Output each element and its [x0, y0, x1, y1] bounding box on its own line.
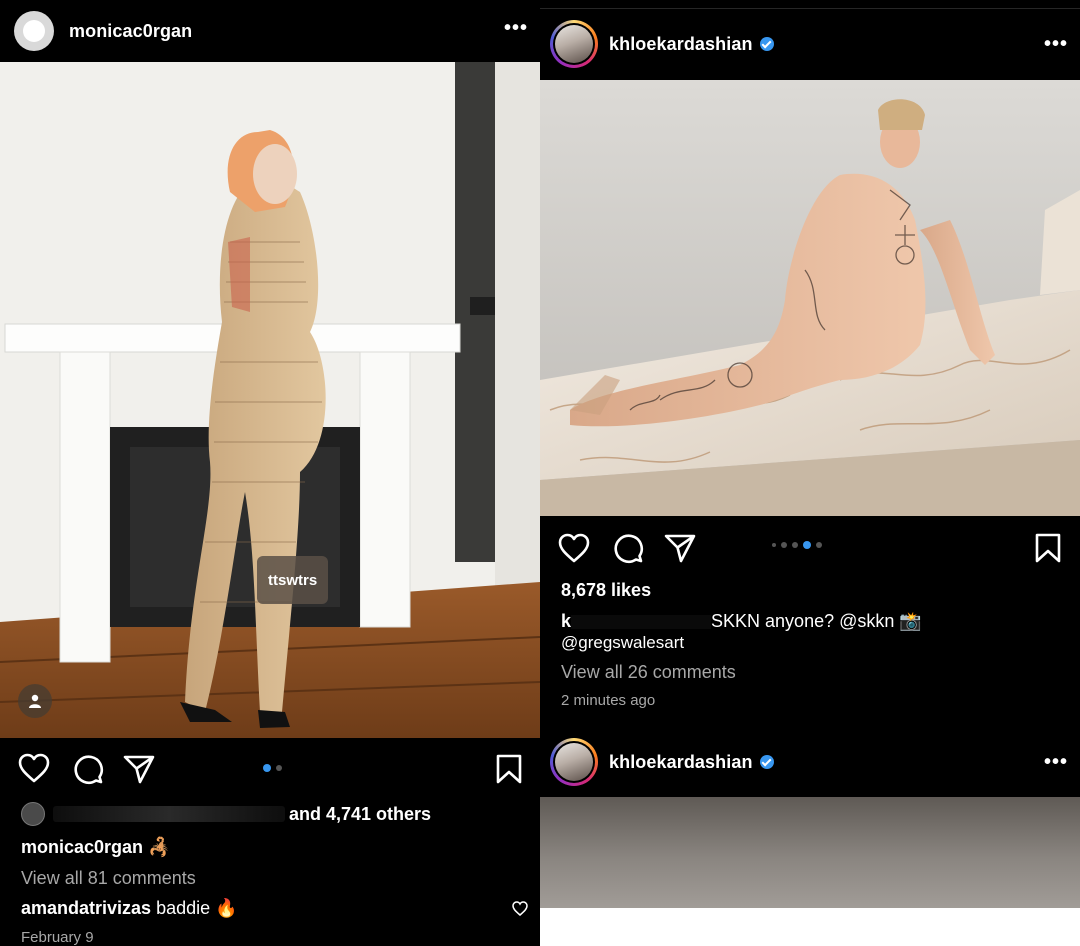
- username[interactable]: khloekardashian: [609, 34, 753, 55]
- carousel-dot: [803, 541, 811, 549]
- more-options-icon[interactable]: •••: [504, 17, 528, 40]
- avatar[interactable]: [14, 11, 54, 51]
- carousel-dot: [772, 543, 776, 547]
- post-actions: [0, 747, 540, 791]
- tagged-users-icon[interactable]: [18, 684, 52, 718]
- liked-by-text: and 4,741 others: [289, 803, 432, 824]
- top-divider: [540, 8, 1080, 9]
- post-photo[interactable]: ttswtrs: [0, 62, 540, 738]
- next-post-header: khloekardashian •••: [540, 738, 1080, 786]
- view-comments-link[interactable]: View all 26 comments: [561, 662, 736, 683]
- left-post: monicac0rgan ••• ttswtrs and 4,741 other…: [0, 0, 540, 946]
- post-actions: [540, 526, 1080, 570]
- comment-icon[interactable]: [72, 753, 104, 785]
- comment-icon[interactable]: [612, 532, 644, 564]
- comment: amandatrivizas baddie 🔥: [21, 898, 238, 919]
- photo-illustration: [0, 62, 540, 738]
- avatar[interactable]: [550, 20, 598, 68]
- post-photo[interactable]: [540, 80, 1080, 516]
- carousel-indicator: [263, 764, 282, 772]
- carousel-dot: [781, 542, 787, 548]
- username[interactable]: monicac0rgan: [69, 21, 192, 42]
- comment-username[interactable]: amandatrivizas: [21, 898, 151, 918]
- photo-illustration: [540, 80, 1080, 516]
- caption-text: SKKN anyone? @skkn 📸: [711, 611, 922, 631]
- bottom-blank-area: [540, 908, 1080, 946]
- caption: monicac0rgan 🦂: [21, 837, 170, 858]
- photo-tag-label: ttswtrs: [268, 571, 318, 589]
- more-options-icon[interactable]: •••: [1044, 751, 1068, 774]
- avatar[interactable]: [550, 738, 598, 786]
- obscured-caption-part: [571, 615, 712, 630]
- carousel-indicator: [772, 541, 822, 549]
- next-post-photo[interactable]: [540, 797, 1080, 908]
- save-icon[interactable]: [496, 754, 522, 784]
- carousel-dot: [792, 542, 798, 548]
- caption-text: 🦂: [148, 837, 171, 857]
- right-post: khloekardashian ••• 8,678 likes k SKKN a…: [540, 0, 1080, 946]
- like-count[interactable]: 8,678 likes: [561, 580, 651, 601]
- share-icon[interactable]: [664, 533, 696, 563]
- verified-badge-icon: [759, 37, 774, 51]
- username[interactable]: khloekardashian: [609, 752, 753, 773]
- caption: k SKKN anyone? @skkn 📸: [561, 611, 922, 632]
- post-header: khloekardashian •••: [540, 20, 1080, 68]
- liked-by-row[interactable]: and 4,741 others: [21, 802, 431, 826]
- more-options-icon[interactable]: •••: [1044, 33, 1068, 56]
- verified-badge-icon: [759, 755, 774, 769]
- liker-avatar: [21, 802, 45, 826]
- view-comments-link[interactable]: View all 81 comments: [21, 868, 196, 889]
- like-icon[interactable]: [558, 533, 590, 563]
- save-icon[interactable]: [1035, 533, 1061, 563]
- comment-text: baddie 🔥: [156, 898, 238, 918]
- caption-username[interactable]: k: [561, 611, 571, 631]
- carousel-dot: [276, 765, 282, 771]
- post-header: monicac0rgan •••: [0, 0, 540, 62]
- share-icon[interactable]: [123, 754, 155, 784]
- carousel-dot: [816, 542, 822, 548]
- caption-username[interactable]: monicac0rgan: [21, 837, 143, 857]
- like-icon[interactable]: [18, 753, 50, 783]
- carousel-dot: [263, 764, 271, 772]
- post-date: February 9: [21, 929, 94, 946]
- post-time: 2 minutes ago: [561, 692, 656, 709]
- caption-mention[interactable]: @gregswalesart: [561, 633, 684, 653]
- comment-like-icon[interactable]: [512, 901, 528, 916]
- photo-tag[interactable]: ttswtrs: [257, 556, 329, 604]
- obscured-liker-name: [53, 806, 285, 822]
